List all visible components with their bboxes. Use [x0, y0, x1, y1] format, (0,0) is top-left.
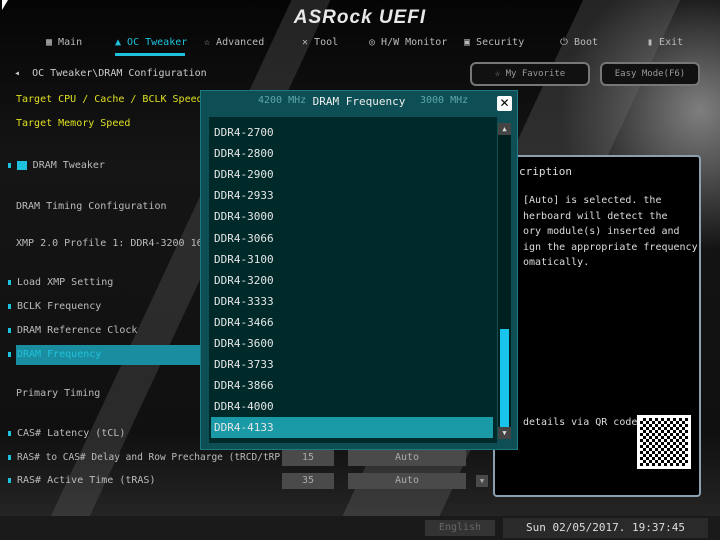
frequency-option[interactable]: DDR4-2800	[211, 143, 493, 164]
frequency-option[interactable]: DDR4-3200	[211, 270, 493, 291]
frequency-option[interactable]: DDR4-3600	[211, 333, 493, 354]
tab-boot[interactable]: ⏻ Boot	[560, 37, 598, 48]
dram-reference-clock-item[interactable]: DRAM Reference Clock	[8, 325, 137, 336]
load-xmp-label: Load XMP Setting	[17, 277, 114, 288]
frequency-option[interactable]: DDR4-3466	[211, 312, 493, 333]
tab-tool[interactable]: ✕ Tool	[302, 37, 338, 48]
frequency-option[interactable]: DDR4-2700	[211, 122, 493, 143]
tab-oc-tweaker[interactable]: ▲ OC Tweaker	[115, 37, 187, 48]
ras-value-field[interactable]: 35	[282, 473, 334, 489]
breadcrumb-text: OC Tweaker\DRAM Configuration	[32, 68, 207, 79]
scrollbar-thumb[interactable]	[500, 329, 509, 427]
description-title: cription	[519, 165, 572, 178]
qr-label: details via QR code	[523, 417, 638, 428]
cas-latency-label: CAS# Latency (tCL)	[17, 428, 126, 439]
tab-security[interactable]: ▣ Security	[464, 37, 524, 48]
dram-tweaker-label: DRAM Tweaker	[32, 160, 105, 171]
ras-label: RAS# Active Time (tRAS)	[17, 475, 156, 486]
dram-frequency-label: DRAM Frequency	[17, 349, 102, 360]
frequency-option[interactable]: DDR4-3866	[211, 375, 493, 396]
frequency-option[interactable]: DDR4-2900	[211, 164, 493, 185]
description-body: [Auto] is selected. the herboard will de…	[523, 195, 698, 268]
frequency-option[interactable]: DDR4-3100	[211, 249, 493, 270]
frequency-option[interactable]: DDR4-4133	[211, 417, 493, 439]
target-cpu-label: Target CPU / Cache / BCLK Speed	[16, 94, 203, 105]
dram-frequency-item[interactable]: DRAM Frequency	[8, 349, 101, 360]
tab-main[interactable]: ▦ Main	[46, 37, 82, 48]
frequency-option[interactable]: DDR4-2933	[211, 185, 493, 206]
dram-frequency-dialog: DRAM Frequency ✕ DDR4-2700 DDR4-2800 DDR4-…	[200, 90, 518, 450]
bclk-frequency-label: BCLK Frequency	[17, 301, 102, 312]
active-tab-indicator	[115, 53, 185, 56]
bclk-frequency-item[interactable]: BCLK Frequency	[8, 301, 101, 312]
datetime-display: Sun 02/05/2017. 19:37:45	[503, 518, 708, 538]
tab-exit[interactable]: ▮ Exit	[647, 37, 683, 48]
frequency-option[interactable]: DDR4-3000	[211, 206, 493, 227]
dialog-title: DRAM Frequency	[312, 95, 406, 108]
language-button[interactable]: English	[425, 520, 495, 536]
rcd-value-field[interactable]: 15	[282, 450, 334, 466]
tab-hw-monitor[interactable]: ◎ H/W Monitor	[369, 37, 447, 48]
scroll-down-icon[interactable]: ▼	[498, 427, 511, 439]
my-favorite-label: My Favorite	[505, 69, 566, 79]
scrollbar[interactable]: ▲ ▼	[498, 123, 511, 439]
logo: ASRock UEFI	[293, 7, 427, 28]
ras-dropdown-icon[interactable]: ▼	[476, 475, 488, 487]
ras-auto-field[interactable]: Auto	[348, 473, 466, 489]
frequency-option[interactable]: DDR4-3066	[211, 228, 493, 249]
cas-latency-item[interactable]: CAS# Latency (tCL)	[8, 428, 125, 439]
close-icon[interactable]: ✕	[497, 96, 512, 111]
description-panel: cription [Auto] is selected. the herboar…	[493, 155, 701, 497]
frequency-option-list: DDR4-2700 DDR4-2800 DDR4-2900 DDR4-2933 DDR4…	[209, 117, 497, 443]
tab-advanced[interactable]: ☆ Advanced	[204, 37, 264, 48]
target-cache-value: 3000 MHz	[420, 95, 469, 106]
target-memory-label: Target Memory Speed	[16, 118, 131, 129]
xmp-profile-info: XMP 2.0 Profile 1: DDR4-3200 16-	[16, 238, 209, 249]
frequency-option[interactable]: DDR4-3733	[211, 354, 493, 375]
load-xmp-item[interactable]: Load XMP Setting	[8, 277, 113, 288]
target-cpu-value: 4200 MHz	[258, 95, 307, 106]
dram-tweaker-icon: ▪▪	[17, 161, 27, 170]
rcd-label: RAS# to CAS# Delay and Row Precharge (tR…	[17, 452, 286, 463]
dram-timing-config-heading: DRAM Timing Configuration	[16, 201, 167, 212]
scroll-up-icon[interactable]: ▲	[498, 123, 511, 135]
easy-mode-button[interactable]: Easy Mode(F6)	[600, 62, 700, 86]
qr-code-icon	[637, 415, 691, 469]
dram-reference-clock-label: DRAM Reference Clock	[17, 325, 138, 336]
easy-mode-label: Easy Mode(F6)	[614, 69, 686, 79]
ras-item[interactable]: RAS# Active Time (tRAS)	[8, 475, 155, 486]
dram-tweaker-item[interactable]: ▪▪ DRAM Tweaker	[8, 160, 105, 171]
breadcrumb[interactable]: ◂ OC Tweaker\DRAM Configuration	[14, 68, 207, 79]
rcd-item[interactable]: RAS# to CAS# Delay and Row Precharge (tR…	[8, 452, 286, 463]
primary-timing-heading: Primary Timing	[16, 388, 101, 399]
rcd-auto-field[interactable]: Auto	[348, 450, 466, 466]
my-favorite-button[interactable]: ☆ My Favorite	[470, 62, 590, 86]
main-nav: ▦ Main ▲ OC Tweaker ☆ Advanced ✕ Tool ◎ …	[0, 32, 720, 54]
frequency-option[interactable]: DDR4-3333	[211, 291, 493, 312]
frequency-option[interactable]: DDR4-4000	[211, 396, 493, 417]
